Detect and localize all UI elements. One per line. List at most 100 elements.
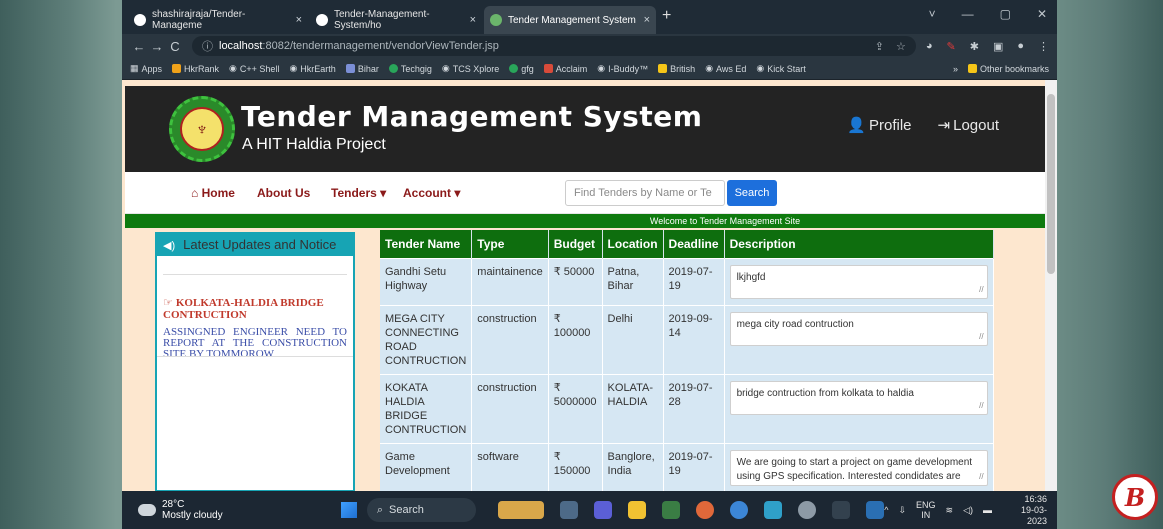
- nav-tenders[interactable]: Tenders ▾: [331, 186, 386, 200]
- close-icon[interactable]: ×: [464, 14, 476, 26]
- logout-link[interactable]: ⇥ Logout: [938, 116, 999, 134]
- chevron-up-icon[interactable]: ^: [884, 505, 888, 515]
- window-controls: ˅ — ▢ ✕: [929, 7, 1047, 21]
- page-scrollbar[interactable]: [1045, 80, 1057, 491]
- cell-budget: ₹ 150000: [548, 442, 603, 491]
- logo-emblem-icon: ♆: [180, 107, 224, 151]
- volume-icon[interactable]: ◁): [963, 505, 973, 516]
- description-textarea[interactable]: bridge contruction from kolkata to haldi…: [729, 380, 988, 415]
- nav-tenders-label: Tenders: [331, 186, 377, 200]
- resize-grip-icon[interactable]: //: [979, 399, 983, 413]
- resize-grip-icon[interactable]: //: [979, 330, 983, 344]
- close-window-icon[interactable]: ✕: [1037, 7, 1047, 21]
- profile-link[interactable]: 👤 Profile: [847, 116, 911, 134]
- tab-github-repo[interactable]: shashirajraja/Tender-Manageme ×: [128, 6, 308, 34]
- cell-location: Banglore, India: [602, 442, 664, 491]
- url-path: :8082/tendermanagement/vendorViewTender.…: [262, 40, 499, 52]
- bookmark-cpp-shell[interactable]: ◉ C++ Shell: [229, 63, 279, 74]
- scrollbar-thumb[interactable]: [1047, 94, 1055, 274]
- resize-grip-icon[interactable]: //: [979, 283, 983, 297]
- close-icon[interactable]: ×: [638, 14, 650, 26]
- description-textarea[interactable]: lkjhgfd //: [729, 264, 988, 299]
- header-links: 👤 Profile ⇥ Logout: [847, 116, 999, 134]
- tab-search-icon[interactable]: ˅: [929, 7, 936, 21]
- cell-name: Gandhi Setu Highway: [380, 257, 473, 305]
- nav-account-label: Account: [403, 186, 451, 200]
- app-icon[interactable]: [764, 501, 783, 519]
- bookmarks-more-button[interactable]: »: [953, 64, 958, 74]
- url-input[interactable]: ⓘ localhost:8082/tendermanagement/vendor…: [192, 36, 916, 56]
- chrome-profile-icon[interactable]: [730, 501, 749, 519]
- app-widget-icon[interactable]: [498, 501, 545, 519]
- bookmark-bihar[interactable]: Bihar: [345, 64, 379, 74]
- description-text: mega city road contruction: [736, 318, 854, 330]
- tab-github-home[interactable]: Tender-Management-System/ho ×: [310, 6, 482, 34]
- new-tab-button[interactable]: +: [662, 6, 671, 26]
- bookmark-aws-ed[interactable]: ◉ Aws Ed: [705, 63, 746, 74]
- pointing-hand-icon: ☞: [163, 297, 173, 309]
- weather-widget[interactable]: 28°C Mostly cloudy: [122, 499, 301, 521]
- resize-grip-icon[interactable]: //: [979, 470, 983, 484]
- battery-icon[interactable]: ▬: [983, 505, 992, 515]
- task-view-icon[interactable]: [560, 501, 579, 519]
- share-icon[interactable]: ⇪: [875, 40, 884, 53]
- teams-icon[interactable]: [594, 501, 613, 519]
- cloud-icon: [138, 504, 156, 516]
- language-indicator[interactable]: ENG IN: [916, 500, 936, 520]
- nav-account[interactable]: Account ▾: [403, 186, 460, 200]
- menu-icon[interactable]: ⋮: [1038, 40, 1049, 53]
- description-textarea[interactable]: mega city road contruction //: [729, 311, 988, 346]
- clock[interactable]: 16:36 19-03-2023: [1002, 494, 1047, 527]
- bookmark-kick-start[interactable]: ◉ Kick Start: [756, 63, 805, 74]
- tender-search-input[interactable]: Find Tenders by Name or Te: [565, 180, 725, 206]
- file-explorer-icon[interactable]: [628, 501, 647, 519]
- nav-about[interactable]: About Us: [257, 186, 310, 200]
- bookmark-gfg[interactable]: gfg: [509, 64, 534, 74]
- profile-label: Profile: [869, 117, 912, 134]
- url-host: localhost: [219, 40, 263, 52]
- wifi-icon[interactable]: ≋: [946, 505, 954, 516]
- description-textarea[interactable]: We are going to start a project on game …: [729, 449, 988, 486]
- tab-tender-management[interactable]: Tender Management System ×: [484, 6, 656, 34]
- bookmark-star-icon[interactable]: ☆: [896, 40, 906, 53]
- pen-extension-icon[interactable]: ✎: [947, 40, 956, 53]
- bookmark-hkrearth[interactable]: ◉ HkrEarth: [289, 63, 335, 74]
- hackerrank-icon: [172, 64, 182, 73]
- col-tender-name: Tender Name: [380, 230, 473, 258]
- other-bookmarks[interactable]: Other bookmarks: [967, 64, 1049, 74]
- extension-icon[interactable]: ◕: [926, 40, 933, 53]
- acclaim-icon: [543, 64, 553, 73]
- minimize-icon[interactable]: —: [962, 7, 974, 21]
- bookmark-hkrrank[interactable]: HkrRank: [172, 64, 219, 74]
- settings-icon[interactable]: [798, 501, 817, 519]
- taskbar-search[interactable]: ⌕ Search: [366, 498, 477, 522]
- institute-logo: ♆: [169, 96, 235, 162]
- chrome-icon[interactable]: [696, 501, 715, 519]
- maximize-icon[interactable]: ▢: [1000, 7, 1011, 21]
- extensions-puzzle-icon[interactable]: ✱: [970, 40, 979, 53]
- description-text: We are going to start a project on game …: [736, 456, 973, 482]
- info-icon: ⓘ: [202, 41, 213, 53]
- bookmark-british[interactable]: British: [658, 64, 695, 74]
- close-icon[interactable]: ×: [290, 14, 302, 26]
- terminal-icon[interactable]: [832, 501, 851, 519]
- cell-location: Patna, Bihar: [602, 257, 664, 305]
- cell-type: maintainence: [471, 257, 549, 305]
- avatar[interactable]: ●: [1017, 40, 1024, 53]
- search-button[interactable]: Search: [727, 180, 777, 206]
- nav-home[interactable]: ⌂ Home: [191, 186, 235, 200]
- reload-icon[interactable]: C: [166, 39, 184, 54]
- back-icon[interactable]: ←: [130, 39, 148, 54]
- vscode-icon[interactable]: [866, 501, 885, 519]
- bookmark-acclaim[interactable]: Acclaim: [543, 64, 587, 74]
- bookmark-tcs-xplore[interactable]: ◉ TCS Xplore: [442, 63, 499, 74]
- bookmark-techgig[interactable]: Techgig: [388, 64, 432, 74]
- bookmark-ibuddy[interactable]: ◉ I-Buddy™: [597, 63, 648, 74]
- forward-icon[interactable]: →: [148, 39, 166, 54]
- app-icon[interactable]: [662, 501, 681, 519]
- bookmark-apps[interactable]: ▦ Apps: [130, 63, 162, 74]
- sidebar-icon[interactable]: ▣: [993, 40, 1003, 53]
- windows-start-icon[interactable]: [340, 502, 357, 518]
- page-viewport: ♆ Tender Management System A HIT Haldia …: [122, 80, 1057, 491]
- usb-icon[interactable]: ⇩: [898, 505, 906, 516]
